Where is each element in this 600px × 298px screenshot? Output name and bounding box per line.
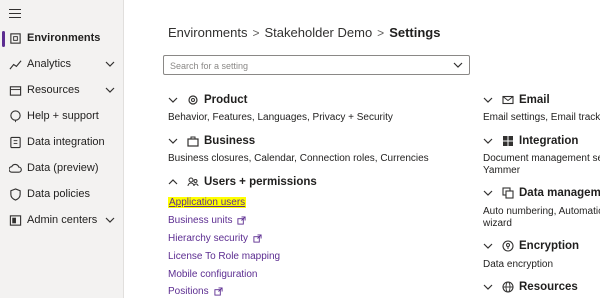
section-title: Business — [204, 135, 256, 147]
chevron-down-icon[interactable] — [483, 241, 493, 251]
section-data-management-header[interactable]: Data management — [483, 187, 600, 199]
data-integration-icon — [10, 136, 21, 149]
section-title: Resources — [519, 281, 578, 293]
sidebar-item-data-integration[interactable]: Data integration — [0, 131, 123, 155]
external-link-icon — [237, 216, 247, 225]
link-label[interactable]: Positions — [168, 286, 209, 297]
section-encryption-header[interactable]: Encryption — [483, 240, 579, 252]
briefcase-icon — [187, 136, 199, 147]
link-label[interactable]: Mobile configuration — [168, 269, 258, 280]
chevron-down-icon[interactable] — [483, 282, 493, 292]
chevron-down-icon[interactable] — [483, 188, 493, 198]
link-mobile-configuration[interactable]: Mobile configuration — [168, 269, 258, 280]
sidebar-item-label: Analytics — [27, 58, 72, 70]
section-data-management-description: Auto numbering, Automatic re — [483, 206, 600, 217]
cloud-icon — [9, 163, 22, 173]
sidebar-item-resources[interactable]: Resources — [0, 79, 123, 103]
chevron-down-icon[interactable] — [104, 84, 116, 96]
chevron-down-icon[interactable] — [104, 58, 116, 70]
section-business-description: Business closures, Calendar, Connection … — [168, 153, 429, 164]
hamburger-menu-icon[interactable] — [9, 9, 21, 19]
sidebar-item-label: Data policies — [27, 188, 90, 200]
sidebar-item-admin-centers[interactable]: Admin centers — [0, 209, 123, 233]
mail-icon — [502, 95, 514, 105]
sidebar-item-analytics[interactable]: Analytics — [0, 53, 123, 77]
section-email-description: Email settings, Email tracking, M — [483, 112, 600, 123]
sidebar-item-data-preview[interactable]: Data (preview) — [0, 157, 123, 181]
section-business-header[interactable]: Business — [168, 135, 255, 147]
sidebar-item-label: Resources — [27, 84, 80, 96]
environments-icon — [10, 33, 21, 44]
globe-icon — [502, 281, 514, 293]
link-hierarchy-security[interactable]: Hierarchy security — [168, 233, 262, 244]
breadcrumb-environments[interactable]: Environments — [168, 25, 247, 40]
link-license-to-role-mapping[interactable]: License To Role mapping — [168, 251, 280, 262]
link-label[interactable]: Application users — [168, 197, 247, 208]
external-link-icon — [253, 234, 262, 243]
sidebar-item-help[interactable]: Help + support — [0, 105, 123, 129]
admin-centers-icon — [9, 215, 22, 226]
data-management-icon — [502, 187, 514, 199]
breadcrumb-environment-name[interactable]: Stakeholder Demo — [265, 25, 373, 40]
link-label[interactable]: License To Role mapping — [168, 251, 280, 262]
section-title: Product — [204, 94, 248, 106]
sidebar-item-data-policies[interactable]: Data policies — [0, 183, 123, 207]
section-encryption-description: Data encryption — [483, 259, 554, 270]
help-icon — [10, 110, 21, 123]
section-product-description: Behavior, Features, Languages, Privacy +… — [168, 112, 393, 123]
section-data-management-description-line2: wizard — [483, 218, 512, 229]
sidebar-item-label: Environments — [27, 32, 101, 44]
sidebar-item-environments[interactable]: Environments — [0, 27, 123, 51]
sidebar-item-label: Admin centers — [27, 214, 98, 226]
shield-icon — [10, 188, 21, 201]
section-title: Email — [519, 94, 550, 106]
chevron-down-icon[interactable] — [168, 136, 178, 146]
section-email-header[interactable]: Email — [483, 94, 550, 106]
section-integration-description-line2: Yammer — [483, 165, 521, 176]
sidebar-item-label: Help + support — [27, 110, 99, 122]
page-title: Settings — [389, 25, 441, 40]
external-link-icon — [214, 287, 223, 296]
link-application-users[interactable]: Application users — [168, 197, 247, 208]
section-title: Integration — [519, 135, 579, 147]
sidebar-item-label: Data integration — [27, 136, 105, 148]
resources-icon — [9, 86, 22, 96]
sidebar-item-label: Data (preview) — [27, 162, 99, 174]
breadcrumb-separator: > — [252, 26, 260, 40]
link-business-units[interactable]: Business units — [168, 215, 247, 226]
section-integration-description: Document management setting — [483, 153, 600, 164]
link-label[interactable]: Hierarchy security — [168, 233, 248, 244]
gear-icon — [188, 95, 198, 105]
section-title: Encryption — [519, 240, 580, 252]
breadcrumb: Environments > Stakeholder Demo > Settings — [168, 25, 440, 40]
section-users-permissions-header[interactable]: Users + permissions — [168, 176, 317, 188]
section-product-header[interactable]: Product — [168, 94, 247, 106]
chevron-down-icon[interactable] — [483, 95, 493, 105]
section-title: Data management — [519, 187, 600, 199]
analytics-icon — [9, 60, 22, 70]
link-label[interactable]: Business units — [168, 215, 232, 226]
chevron-up-icon[interactable] — [168, 177, 178, 187]
encryption-icon — [502, 240, 514, 252]
section-title: Users + permissions — [204, 176, 317, 188]
windows-icon — [503, 136, 513, 146]
section-integration-header[interactable]: Integration — [483, 135, 578, 147]
chevron-down-icon[interactable] — [453, 60, 463, 70]
chevron-down-icon[interactable] — [104, 214, 116, 226]
link-positions[interactable]: Positions — [168, 286, 223, 297]
users-icon — [187, 177, 199, 187]
chevron-down-icon[interactable] — [483, 136, 493, 146]
sidebar: Environments Analytics Resources Help + … — [0, 0, 124, 298]
settings-search-box[interactable] — [163, 55, 470, 75]
search-input[interactable] — [168, 58, 452, 74]
breadcrumb-separator: > — [377, 26, 385, 40]
section-resources-header[interactable]: Resources — [483, 281, 578, 293]
chevron-down-icon[interactable] — [168, 95, 178, 105]
